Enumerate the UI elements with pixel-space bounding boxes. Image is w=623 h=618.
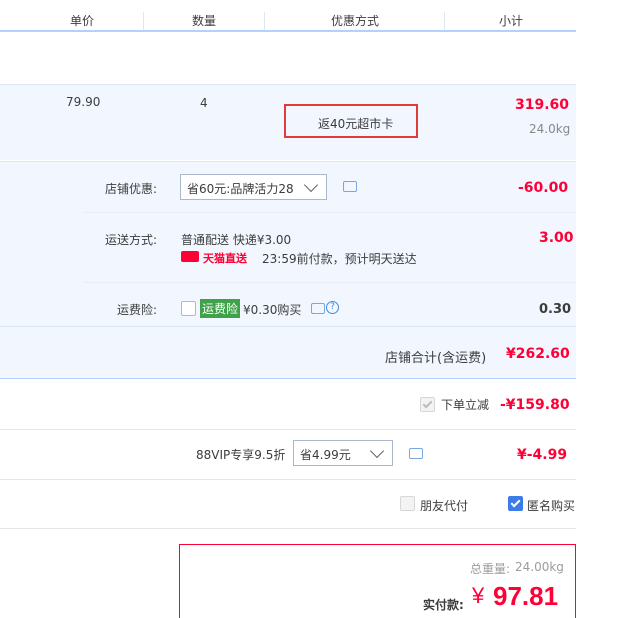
message-icon[interactable] [409,448,423,459]
tmall-logo-icon [181,251,199,262]
shipping-label: 运送方式: [105,233,158,247]
shop-discount-value: -60.00 [518,180,569,196]
instant-discount-label: 下单立减 [441,398,490,412]
friend-pay-label: 朋友代付 [420,499,469,513]
shop-total-label: 店铺合计(含运费) [385,351,487,366]
payment-summary-box: 总重量: 24.00kg 实付款: ¥ 97.81 [179,544,576,618]
shipping-value: 3.00 [539,230,574,246]
promo-highlight-box[interactable]: 返40元超市卡 [284,104,418,138]
vip-label: 88VIP专享9.5折 [196,448,286,462]
shop-total-value: ¥262.60 [506,346,570,362]
divider [0,429,576,430]
divider [84,282,576,283]
insurance-price: ¥0.30购买 [243,303,302,317]
item-quantity: 4 [200,96,208,110]
friend-pay-checkbox[interactable] [400,496,415,511]
divider [0,326,576,327]
anonymous-checkbox[interactable] [508,496,523,511]
insurance-tag: 运费险 [200,299,241,318]
instant-discount-checkbox[interactable] [420,397,435,412]
check-icon [510,497,521,508]
message-icon[interactable] [343,181,357,192]
item-subtotal: 319.60 [515,97,570,113]
total-weight-label: 总重量: [470,562,511,576]
vip-selected: 省4.99元 [300,448,351,462]
divider [0,528,576,529]
item-weight: 24.0kg [529,122,571,136]
tmall-direct-badge: 天猫直送 [203,252,247,265]
shop-discount-label: 店铺优惠: [105,182,158,196]
divider [0,84,576,85]
anonymous-label: 匿名购买 [527,499,576,513]
currency-symbol: ¥ [472,583,485,608]
vip-select[interactable]: 省4.99元 [293,440,393,466]
total-weight-value: 24.00kg [515,560,564,574]
header-quantity: 数量 [192,14,217,28]
promo-label: 返40元超市卡 [318,117,394,131]
header-divider [444,12,445,30]
header-discount-method: 优惠方式 [331,14,380,28]
shipping-method: 普通配送 快递¥3.00 [181,233,292,247]
vip-value: ¥-4.99 [517,447,568,463]
paid-label: 实付款: [423,598,464,612]
header-unit-price: 单价 [70,14,95,28]
instant-discount-value: -¥159.80 [500,397,570,413]
header-divider [143,12,144,30]
divider [0,161,576,162]
divider [0,378,576,379]
header-divider [264,12,265,30]
paid-amount: 97.81 [493,581,559,611]
insurance-value: 0.30 [539,302,572,317]
divider [84,212,576,213]
shop-discount-selected: 省60元:品牌活力28 [187,182,294,196]
item-price: 79.90 [66,95,101,109]
insurance-checkbox[interactable] [181,301,196,316]
help-icon[interactable]: ? [326,301,339,314]
header-subtotal: 小计 [499,14,524,28]
cart-header: 单价 数量 优惠方式 小计 [0,0,576,32]
chevron-down-icon [303,177,319,193]
insurance-label: 运费险: [117,303,158,317]
check-icon [422,398,433,409]
chevron-down-icon [369,443,385,459]
shipping-note: 23:59前付款，预计明天送达 [262,252,417,266]
message-icon[interactable] [311,303,325,314]
shop-discount-select[interactable]: 省60元:品牌活力28 [180,174,327,200]
divider [0,479,576,480]
